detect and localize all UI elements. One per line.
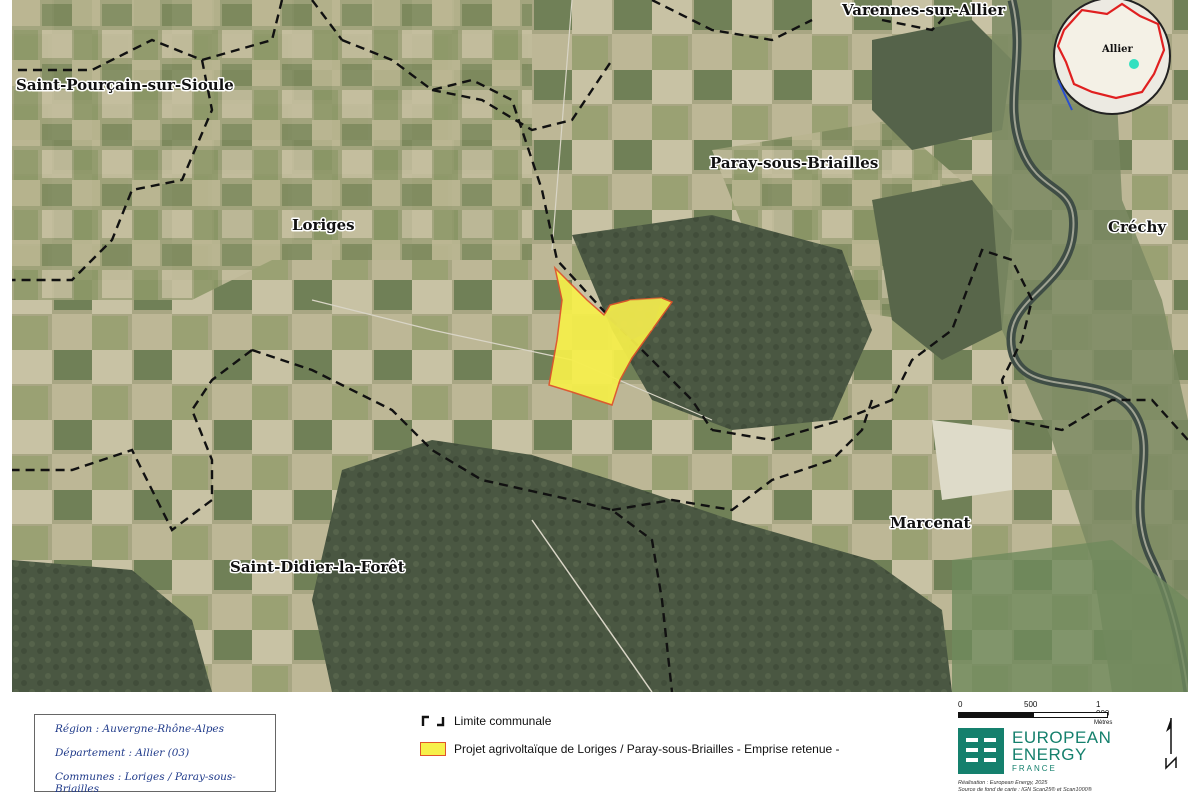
logo-mark-icon: [958, 728, 1004, 774]
label-loriges: Loriges: [292, 216, 355, 234]
info-box: Région : Auvergne-Rhône-Alpes Départemen…: [34, 714, 276, 795]
map-svg: Varennes-sur-Allier Saint-Pourçain-sur-S…: [12, 0, 1188, 692]
label-varennes: Varennes-sur-Allier: [841, 1, 1006, 19]
credits-line-2: Source de fond de carte : IGN Scan25® et…: [958, 787, 1092, 793]
inset-label-allier: Allier: [1101, 44, 1134, 55]
map-footer: Région : Auvergne-Rhône-Alpes Départemen…: [0, 692, 1200, 800]
north-arrow-icon: [1160, 716, 1182, 770]
european-energy-logo: EUROPEAN ENERGY FRANCE: [958, 728, 1138, 774]
credits-line-1: Réalisation : European Energy, 2025: [958, 780, 1048, 786]
label-marcenat: Marcenat: [890, 514, 971, 532]
farmland-north: [12, 0, 532, 300]
logo-line-2: ENERGY: [1012, 745, 1087, 764]
label-paray: Paray-sous-Briailles: [710, 154, 878, 172]
bright-field: [932, 420, 1012, 500]
label-saint-pourcain: Saint-Pourçain-sur-Sioule: [16, 76, 234, 94]
legend-limit-symbol: [420, 714, 446, 728]
aerial-map[interactable]: Varennes-sur-Allier Saint-Pourçain-sur-S…: [12, 0, 1188, 692]
info-communes: Communes : Loriges / Paray-sous-Briaille…: [55, 771, 236, 795]
inset-locator-map[interactable]: Allier: [1053, 0, 1171, 115]
legend-limit-label: Limite communale: [454, 714, 552, 728]
label-saint-didier: Saint-Didier-la-Forêt: [230, 558, 405, 576]
legend-project-label: Projet agrivoltaïque de Loriges / Paray-…: [454, 742, 840, 756]
logo-line-3: FRANCE: [1012, 764, 1057, 773]
info-departement: Département : Allier (03): [55, 747, 190, 759]
scale-tick-0: 0: [958, 700, 963, 709]
credits: Réalisation : European Energy, 2025 Sour…: [958, 780, 1092, 794]
info-region: Région : Auvergne-Rhône-Alpes: [55, 723, 225, 735]
label-crechy: Créchy: [1108, 218, 1167, 236]
legend-project: Projet agrivoltaïque de Loriges / Paray-…: [420, 742, 840, 756]
scale-unit: Mètres: [1094, 720, 1113, 726]
legend-limit: Limite communale: [420, 714, 551, 728]
forest-northeast: [872, 20, 1012, 150]
legend-project-symbol: [420, 742, 446, 756]
project-location-marker: [1129, 59, 1139, 69]
scale-segment-light: [1033, 712, 1108, 718]
scale-segment-dark: [958, 712, 1033, 718]
scale-tick-500: 500: [1024, 700, 1038, 709]
logo-line-1: EUROPEAN: [1012, 728, 1112, 747]
scale-bar: 0 500 1 000 Mètres: [958, 700, 1112, 730]
